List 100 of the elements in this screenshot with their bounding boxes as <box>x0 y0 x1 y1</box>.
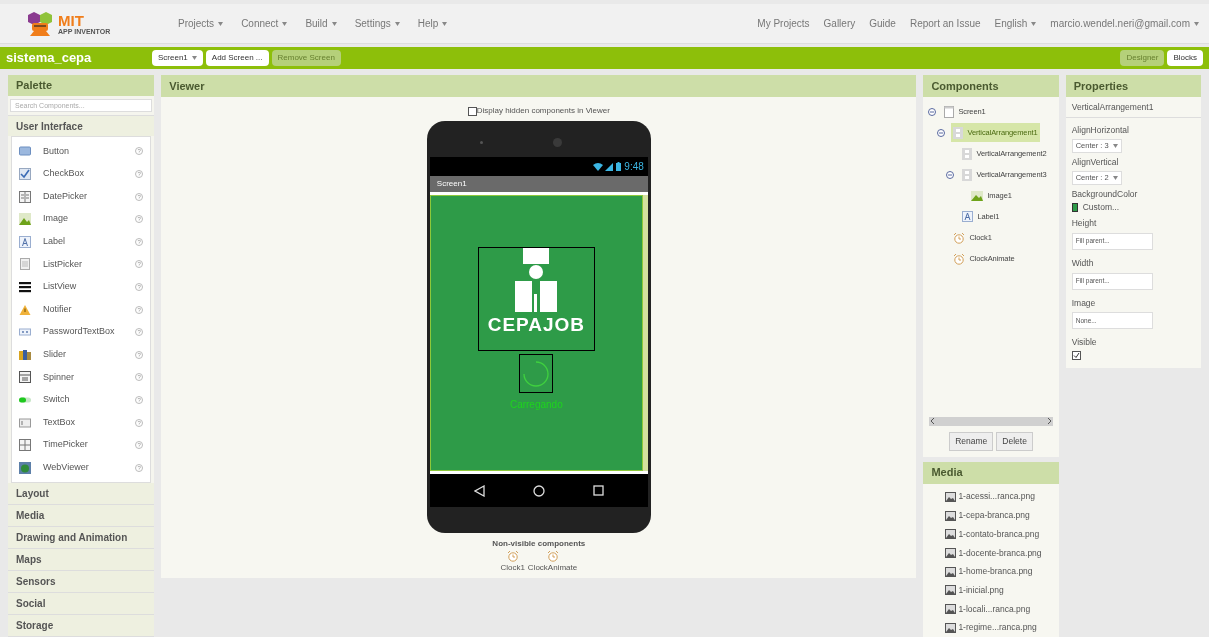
category-header[interactable]: Storage <box>8 615 155 637</box>
menu-item[interactable]: Connect <box>241 16 288 31</box>
property-name: Visible <box>1071 336 1097 349</box>
image-icon <box>971 190 984 201</box>
dropdown-caret-icon <box>1112 143 1118 148</box>
action-button[interactable]: Delete <box>996 431 1033 451</box>
dropdown-caret-icon <box>1194 22 1199 27</box>
dropdown-caret-icon <box>191 56 197 60</box>
password-field-icon <box>19 326 31 339</box>
vertical-arrangement-icon <box>962 168 973 181</box>
back-icon[interactable] <box>473 484 485 497</box>
image-file-icon <box>945 603 957 614</box>
media-file[interactable]: 1-locali...ranca.png <box>958 602 1031 616</box>
image-file-icon <box>945 566 957 577</box>
alarm-clock-icon <box>546 550 559 562</box>
menu-item[interactable]: Build <box>305 16 337 31</box>
logo-text: CEPAJOB <box>487 315 585 334</box>
menu-item[interactable]: Report an Issue <box>909 16 981 31</box>
screen-icon <box>944 105 955 118</box>
property-name: Image <box>1071 296 1096 310</box>
image-file-icon <box>945 529 957 540</box>
property-value[interactable]: Custom... <box>1082 201 1120 214</box>
checkbox-icon <box>19 168 31 180</box>
screen-title-bar: Screen1 <box>429 176 648 192</box>
dropdown-caret-icon <box>282 22 288 27</box>
dropdown-caret-icon <box>1112 175 1118 180</box>
selected-component-name: VerticalArrangement1 <box>1065 97 1201 118</box>
collapse-icon[interactable] <box>928 107 937 116</box>
collapse-icon[interactable] <box>937 128 946 137</box>
media-file[interactable]: 1-inicial.png <box>958 583 1004 597</box>
battery-icon <box>616 162 622 171</box>
image-file-icon <box>945 491 957 502</box>
panel-header: Viewer <box>161 75 917 97</box>
image-icon <box>19 213 31 226</box>
checkbox[interactable] <box>1071 351 1081 360</box>
panel-header: Palette <box>8 75 155 96</box>
media-file[interactable]: 1-docente-branca.png <box>958 546 1042 560</box>
robot-logo-icon <box>26 10 54 37</box>
color-swatch[interactable] <box>1071 203 1078 213</box>
home-icon[interactable] <box>532 484 545 497</box>
property-name: AlignVertical <box>1071 155 1119 169</box>
menu-item[interactable]: marcio.wendel.neri@gmail.com <box>1050 16 1199 31</box>
horizontal-scroll-bar[interactable] <box>929 416 1053 426</box>
media-file[interactable]: 1-contato-branca.png <box>958 527 1040 541</box>
toolbar-button[interactable]: Add Screen ... <box>205 50 269 66</box>
menu-item[interactable]: My Projects <box>757 16 810 31</box>
checkbox[interactable] <box>467 106 477 116</box>
category-header[interactable]: Drawing and Animation <box>8 527 155 549</box>
menu-item[interactable]: Projects <box>178 16 224 31</box>
category-header[interactable]: User Interface <box>8 115 155 137</box>
menu-item[interactable]: Gallery <box>823 16 856 31</box>
calendar-icon <box>19 190 31 203</box>
panel-header: Properties <box>1065 75 1201 97</box>
recents-icon[interactable] <box>592 485 604 496</box>
dropdown-caret-icon <box>394 22 400 27</box>
category-header[interactable]: Sensors <box>8 571 155 593</box>
panel-header: Components <box>923 75 1059 97</box>
sensor-icon <box>480 140 484 144</box>
button-icon <box>19 145 31 158</box>
alarm-clock-icon <box>506 550 519 562</box>
vertical-arrangement-icon <box>953 126 964 139</box>
label-icon <box>962 211 974 222</box>
list-icon <box>19 258 31 271</box>
media-file[interactable]: 1-home-branca.png <box>958 565 1033 578</box>
collapse-icon[interactable] <box>946 170 955 179</box>
image-file-icon <box>945 547 957 558</box>
property-name: Height <box>1071 217 1097 230</box>
screen-dropdown[interactable]: Screen1 <box>152 50 203 66</box>
alarm-clock-icon <box>953 252 966 265</box>
category-header[interactable]: Media <box>8 505 155 527</box>
image-file-icon <box>945 510 957 521</box>
menu-item[interactable]: Help <box>417 16 448 31</box>
dropdown-caret-icon <box>442 22 448 27</box>
category-header[interactable]: Social <box>8 593 155 615</box>
warning-icon <box>19 303 31 316</box>
category-header[interactable]: Maps <box>8 549 155 571</box>
component-label: ClockAnimate <box>527 562 578 574</box>
menu-item[interactable]: English <box>994 16 1037 31</box>
category-header[interactable]: Layout <box>8 483 155 505</box>
dropdown-caret-icon <box>331 22 337 27</box>
slider-icon <box>19 348 31 361</box>
action-button[interactable]: Rename <box>949 431 994 451</box>
mode-button[interactable]: Blocks <box>1167 50 1203 66</box>
signal-icon <box>593 162 614 171</box>
section-title: Non-visible components <box>492 538 586 550</box>
vertical-arrangement-icon <box>962 147 973 160</box>
menu-item[interactable]: Settings <box>354 16 400 31</box>
checkbox-label: Display hidden components in Viewer <box>476 105 610 117</box>
person-logo-icon <box>515 248 558 312</box>
project-name: sistema_cepa <box>6 49 93 68</box>
component-label: Clock1 <box>500 562 525 574</box>
loading-spinner-icon <box>523 360 550 387</box>
clock-grid-icon <box>19 439 31 452</box>
image-file-icon <box>945 622 957 633</box>
property-name: BackgroundColor <box>1071 187 1138 201</box>
media-file[interactable]: 1-acessi...ranca.png <box>958 490 1035 504</box>
media-file[interactable]: 1-cepa-branca.png <box>958 509 1030 522</box>
menu-item[interactable]: Guide <box>869 16 896 31</box>
text-box-icon <box>19 416 31 429</box>
media-file[interactable]: 1-regime...ranca.png <box>958 621 1037 635</box>
